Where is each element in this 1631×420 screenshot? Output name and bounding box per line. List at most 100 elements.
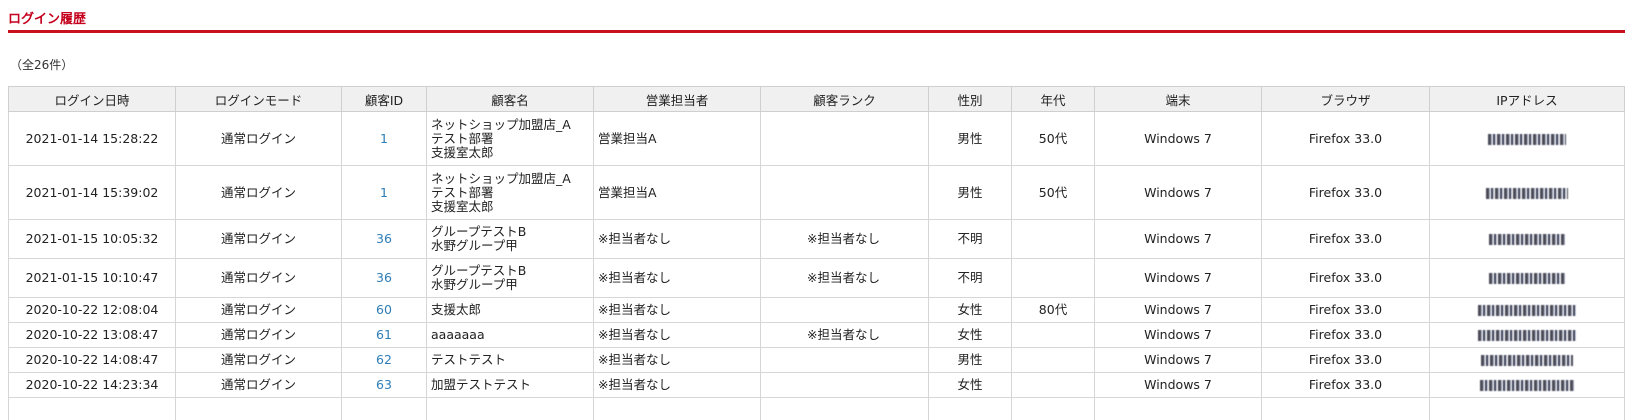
cell-login-mode: 通常ログイン [175,322,342,348]
table-row: 2021-01-15 10:10:47 通常ログイン 36 グループテストB 水野グルー… [8,258,1625,298]
cell-customer-id: 36 [341,219,427,259]
cell-customer-rank [760,347,929,373]
cell-empty [760,397,929,420]
cell-customer-rank: ※担当者なし [760,322,929,348]
customer-id-link[interactable]: 36 [376,231,392,246]
cell-empty [1261,397,1430,420]
cell-device: Windows 7 [1094,322,1262,348]
cell-sales-rep: ※担当者なし [593,322,761,348]
header-device[interactable]: 端末 [1094,86,1262,112]
total-count: （全26件） [10,58,74,72]
customer-id-link[interactable]: 62 [376,352,392,367]
header-customer-id[interactable]: 顧客ID [341,86,427,112]
cell-empty [1011,397,1095,420]
cell-age: 50代 [1011,165,1095,220]
header-age[interactable]: 年代 [1011,86,1095,112]
cell-login-datetime: 2020-10-22 13:08:47 [8,322,176,348]
cell-login-datetime: 2020-10-22 14:23:34 [8,372,176,398]
cell-empty [8,397,176,420]
cell-customer-name: 加盟テストテスト [426,372,594,398]
cell-gender: 男性 [928,347,1012,373]
ip-address-redacted [1488,133,1566,145]
cell-ip-address [1429,322,1625,348]
header-customer-rank[interactable]: 顧客ランク [760,86,929,112]
cell-ip-address [1429,219,1625,259]
cell-gender: 女性 [928,322,1012,348]
cell-login-datetime: 2020-10-22 14:08:47 [8,347,176,373]
cell-gender: 男性 [928,165,1012,220]
cell-login-mode: 通常ログイン [175,372,342,398]
cell-empty [1094,397,1262,420]
cell-customer-rank: ※担当者なし [760,219,929,259]
header-browser[interactable]: ブラウザ [1261,86,1430,112]
cell-empty [175,397,342,420]
cell-sales-rep: ※担当者なし [593,372,761,398]
customer-id-link[interactable]: 1 [380,131,388,146]
cell-device: Windows 7 [1094,111,1262,166]
login-history-page: ログイン履歴 （全26件） ログイン日時 ログインモード 顧客ID 顧客名 営業… [0,0,1631,420]
customer-name-line: 水野グループ甲 [431,277,518,292]
cell-sales-rep: ※担当者なし [593,297,761,323]
cell-ip-address [1429,372,1625,398]
cell-age [1011,219,1095,259]
header-customer-name[interactable]: 顧客名 [426,86,594,112]
cell-customer-name: ネットショップ加盟店_A テスト部署 支援室太郎 [426,111,594,166]
login-history-table-wrapper: ログイン日時 ログインモード 顧客ID 顧客名 営業担当者 顧客ランク 性別 年… [8,86,1625,420]
cell-age: 50代 [1011,111,1095,166]
cell-customer-name: ネットショップ加盟店_A テスト部署 支援室太郎 [426,165,594,220]
login-history-table: ログイン日時 ログインモード 顧客ID 顧客名 営業担当者 顧客ランク 性別 年… [8,86,1625,420]
cell-browser: Firefox 33.0 [1261,347,1430,373]
table-row: 2020-10-22 14:08:47 通常ログイン 62 テストテスト ※担当者なし 男… [8,347,1625,373]
customer-name-line: テスト部署 [431,130,494,146]
header-sales-rep[interactable]: 営業担当者 [593,86,761,112]
cell-browser: Firefox 33.0 [1261,372,1430,398]
cell-empty [928,397,1012,420]
cell-browser: Firefox 33.0 [1261,219,1430,259]
cell-gender: 女性 [928,372,1012,398]
cell-ip-address [1429,347,1625,373]
cell-login-mode: 通常ログイン [175,165,342,220]
customer-id-link[interactable]: 1 [380,185,388,200]
header-login-mode[interactable]: ログインモード [175,86,342,112]
header-gender[interactable]: 性別 [928,86,1012,112]
cell-browser: Firefox 33.0 [1261,111,1430,166]
cell-customer-name: 支援太郎 [426,297,594,323]
customer-name-line: 水野グループ甲 [431,238,518,253]
ip-address-redacted [1480,380,1574,391]
cell-age [1011,347,1095,373]
title-divider [8,30,1625,33]
cell-ip-address [1429,297,1625,323]
table-row: 2021-01-15 10:05:32 通常ログイン 36 グループテストB 水野グルー… [8,219,1625,259]
cell-device: Windows 7 [1094,165,1262,220]
cell-sales-rep: 営業担当A [593,165,761,220]
customer-id-link[interactable]: 36 [376,270,392,285]
cell-empty [1429,397,1625,420]
header-ip-address[interactable]: IPアドレス [1429,86,1625,112]
table-row-partial [8,397,1625,420]
ip-address-redacted [1478,330,1576,341]
customer-id-link[interactable]: 61 [376,327,392,342]
page-title: ログイン履歴 [8,12,87,27]
cell-browser: Firefox 33.0 [1261,297,1430,323]
cell-ip-address [1429,111,1625,166]
cell-browser: Firefox 33.0 [1261,165,1430,220]
customer-name-line: aaaaaaa [431,327,485,342]
table-body: 2021-01-14 15:28:22 通常ログイン 1 ネットショップ加盟店_A テス… [8,111,1625,420]
cell-sales-rep: ※担当者なし [593,347,761,373]
ip-address-redacted [1486,187,1568,199]
customer-id-link[interactable]: 60 [376,302,392,317]
cell-gender: 男性 [928,111,1012,166]
cell-browser: Firefox 33.0 [1261,322,1430,348]
cell-login-datetime: 2021-01-15 10:10:47 [8,258,176,298]
ip-address-redacted [1489,234,1565,245]
cell-login-mode: 通常ログイン [175,258,342,298]
header-login-datetime[interactable]: ログイン日時 [8,86,176,112]
cell-customer-name: グループテストB 水野グループ甲 [426,219,594,259]
customer-id-link[interactable]: 63 [376,377,392,392]
cell-age [1011,322,1095,348]
ip-address-redacted [1478,305,1576,316]
cell-login-datetime: 2021-01-14 15:28:22 [8,111,176,166]
cell-age: 80代 [1011,297,1095,323]
cell-sales-rep: ※担当者なし [593,258,761,298]
ip-address-redacted [1489,273,1565,284]
